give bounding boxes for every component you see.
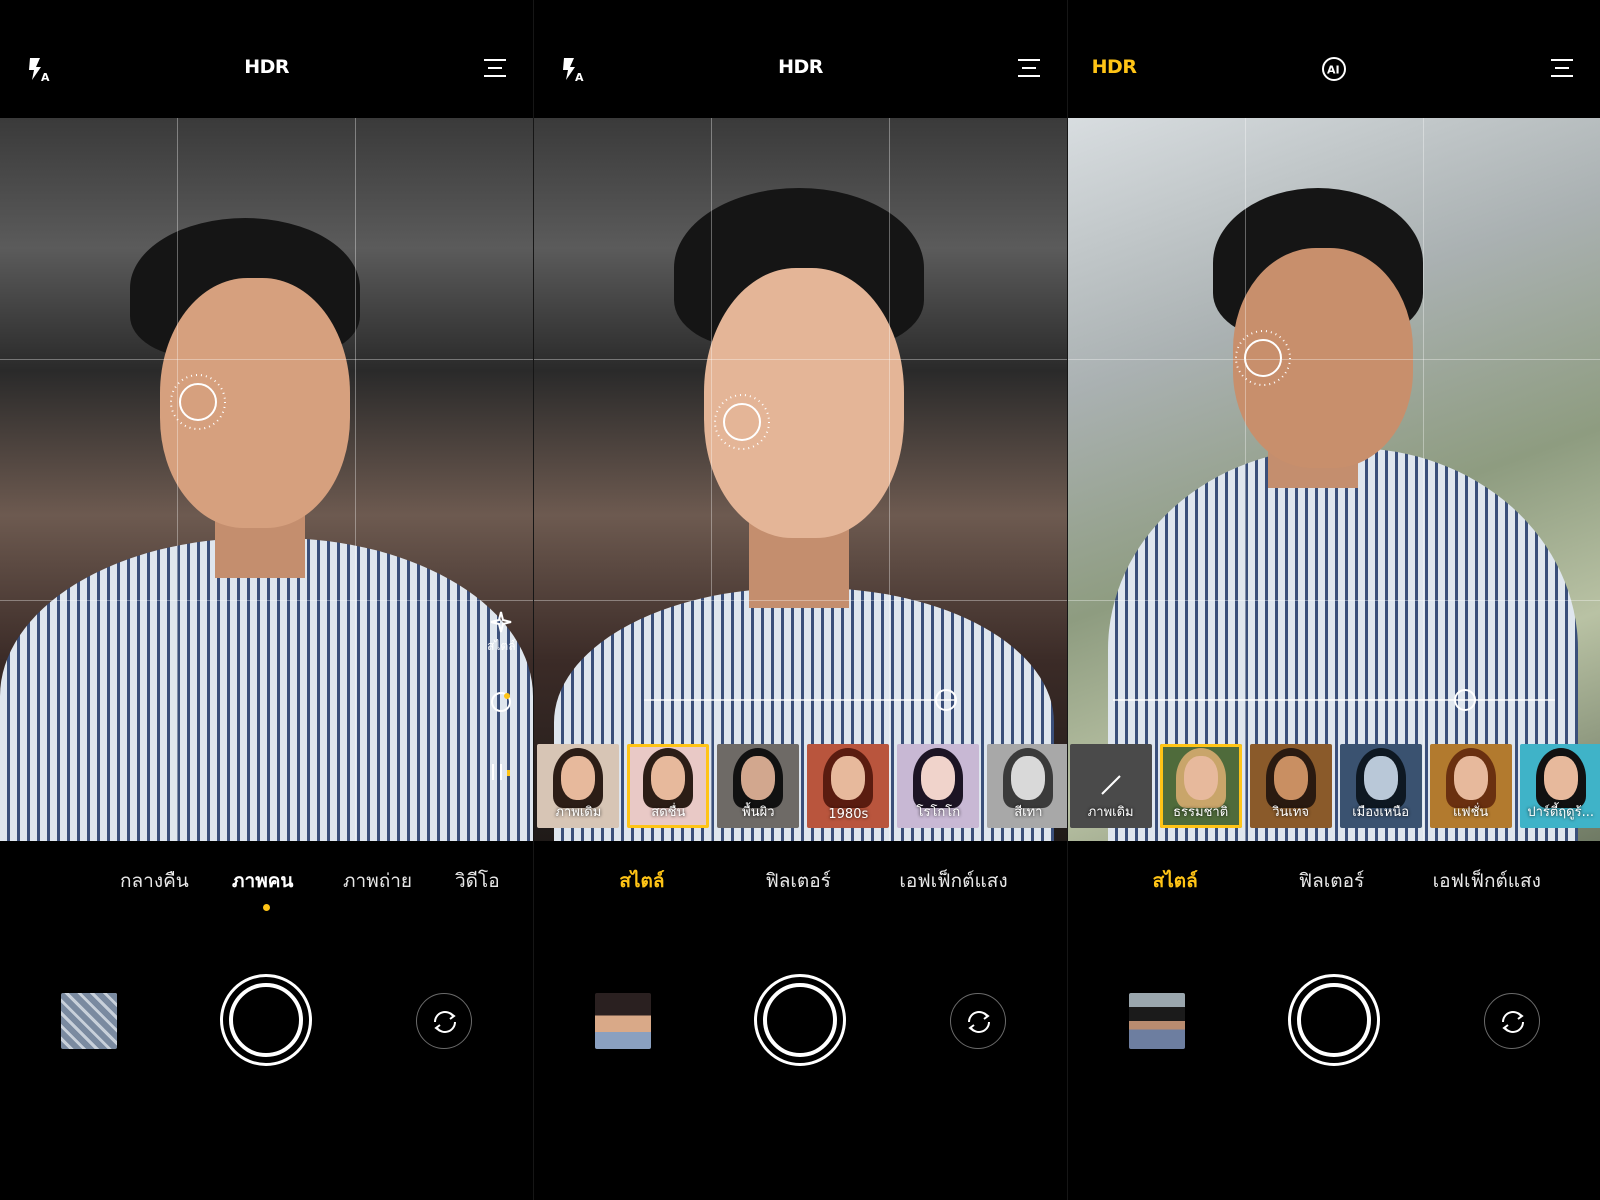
face-focus-ring — [714, 394, 771, 450]
mode-portrait[interactable]: ภาพคน — [232, 866, 293, 896]
switch-camera-icon — [968, 1011, 991, 1033]
style-tool[interactable]: สไตล์ — [483, 610, 519, 656]
face-focus-ring — [1234, 330, 1291, 386]
shutter-button[interactable] — [220, 974, 312, 1066]
mode-style[interactable]: สไตล์ — [619, 866, 664, 896]
top-bar: HDR AI — [1068, 0, 1600, 118]
thumb-gray[interactable]: สีเทา — [987, 744, 1067, 828]
switch-camera-icon — [434, 1011, 456, 1033]
thumb-texture[interactable]: พื้นผิว — [717, 744, 800, 828]
mode-filter[interactable]: ฟิลเตอร์ — [765, 866, 831, 896]
top-bar: A HDR — [534, 0, 1066, 118]
style-thumbnails: ภาพเดิม ธรรมชาติ วินเทจ เมืองเหนือ แฟชั่… — [1069, 744, 1600, 828]
menu-icon[interactable] — [483, 56, 507, 80]
mode-night[interactable]: กลางคืน — [120, 866, 189, 896]
thumb-northern-city[interactable]: เมืองเหนือ — [1339, 744, 1422, 828]
ai-icon[interactable]: AI — [1321, 56, 1347, 82]
thumb-fresh[interactable]: สดชื่น — [627, 744, 710, 828]
svg-text:AI: AI — [1327, 64, 1340, 77]
subject-person — [1068, 118, 1600, 841]
face-focus-ring — [170, 374, 226, 430]
intensity-slider[interactable] — [644, 699, 957, 701]
thumb-rococo[interactable]: โรโกโก — [897, 744, 980, 828]
mode-photo[interactable]: ภาพถ่าย — [343, 866, 412, 896]
mode-selector: สไตล์ ฟิลเตอร์ เอฟเฟ็กต์แสง — [1068, 866, 1600, 906]
sparkle-icon — [491, 611, 512, 633]
mode-light-effect[interactable]: เอฟเฟ็กต์แสง — [1433, 866, 1541, 896]
intensity-slider[interactable] — [1112, 699, 1555, 701]
thumb-nature[interactable]: ธรรมชาติ — [1159, 744, 1242, 828]
subject-person — [534, 118, 1066, 841]
menu-icon[interactable] — [1550, 56, 1574, 80]
flip-camera-button[interactable] — [416, 993, 472, 1049]
gallery-thumbnail[interactable] — [61, 993, 117, 1049]
hdr-toggle[interactable]: HDR — [1092, 56, 1137, 78]
shutter-button[interactable] — [1287, 974, 1380, 1066]
switch-camera-icon — [1501, 1011, 1524, 1033]
hdr-toggle[interactable]: HDR — [534, 56, 1066, 78]
shutter-button[interactable] — [754, 974, 847, 1066]
mode-filter[interactable]: ฟิลเตอร์ — [1299, 866, 1365, 896]
flip-camera-button[interactable] — [950, 993, 1007, 1049]
beauty-icon — [491, 692, 512, 712]
mode-style[interactable]: สไตล์ — [1153, 866, 1198, 896]
beauty-tool[interactable] — [483, 690, 519, 717]
thumb-original[interactable]: ภาพเดิม — [1069, 744, 1152, 828]
style-tool-label: สไตล์ — [487, 639, 516, 653]
viewfinder[interactable]: ภาพเดิม สดชื่น พื้นผิว 1980s โรโกโก สีเท… — [534, 118, 1067, 841]
viewfinder[interactable]: ภาพเดิม ธรรมชาติ วินเทจ เมืองเหนือ แฟชั่… — [1067, 118, 1600, 841]
gallery-thumbnail[interactable] — [1128, 993, 1185, 1049]
mode-light-effect[interactable]: เอฟเฟ็กต์แสง — [899, 866, 1007, 896]
gallery-thumbnail[interactable] — [595, 993, 652, 1049]
menu-icon[interactable] — [1017, 56, 1041, 80]
subject-person — [0, 118, 533, 841]
thumb-original[interactable]: ภาพเดิม — [537, 744, 620, 828]
thumb-vintage[interactable]: วินเทจ — [1249, 744, 1332, 828]
filter-icon — [492, 764, 511, 780]
mode-video[interactable]: วิดีโอ — [455, 866, 500, 896]
flip-camera-button[interactable] — [1483, 993, 1540, 1049]
mode-selector: กลางคืน ภาพคน ภาพถ่าย วิดีโอ — [0, 866, 533, 911]
slider-knob[interactable] — [1453, 689, 1476, 711]
camera-panel-style-portrait: A HDR ภาพเดิม สดชื่น พื้นผิว 1980s โรโกโ… — [533, 0, 1067, 1200]
hdr-toggle[interactable]: HDR — [0, 56, 533, 78]
camera-panel-style-nature: HDR AI ภาพเดิม ธรรมชาติ วินเทจ เมืองเหนื… — [1066, 0, 1600, 1200]
camera-screens: A HDR สไตล์ กลางคืน ภาพคน ภาพถ่าย วิดีโอ… — [0, 0, 1600, 1200]
camera-panel-portrait: A HDR สไตล์ กลางคืน ภาพคน ภาพถ่าย วิดีโอ — [0, 0, 534, 1200]
filter-tool[interactable] — [483, 760, 519, 787]
thumb-fashion[interactable]: แฟชั่น — [1429, 744, 1512, 828]
thumb-1980s[interactable]: 1980s — [807, 744, 890, 828]
top-bar: A HDR — [0, 0, 533, 118]
style-thumbnails: ภาพเดิม สดชื่น พื้นผิว 1980s โรโกโก สีเท… — [537, 744, 1067, 828]
thumb-summer-party[interactable]: ปาร์ตี้ฤดูร้... — [1519, 744, 1600, 828]
mode-selector: สไตล์ ฟิลเตอร์ เอฟเฟ็กต์แสง — [534, 866, 1066, 906]
active-mode-indicator — [263, 904, 270, 911]
viewfinder[interactable]: สไตล์ — [0, 118, 534, 841]
